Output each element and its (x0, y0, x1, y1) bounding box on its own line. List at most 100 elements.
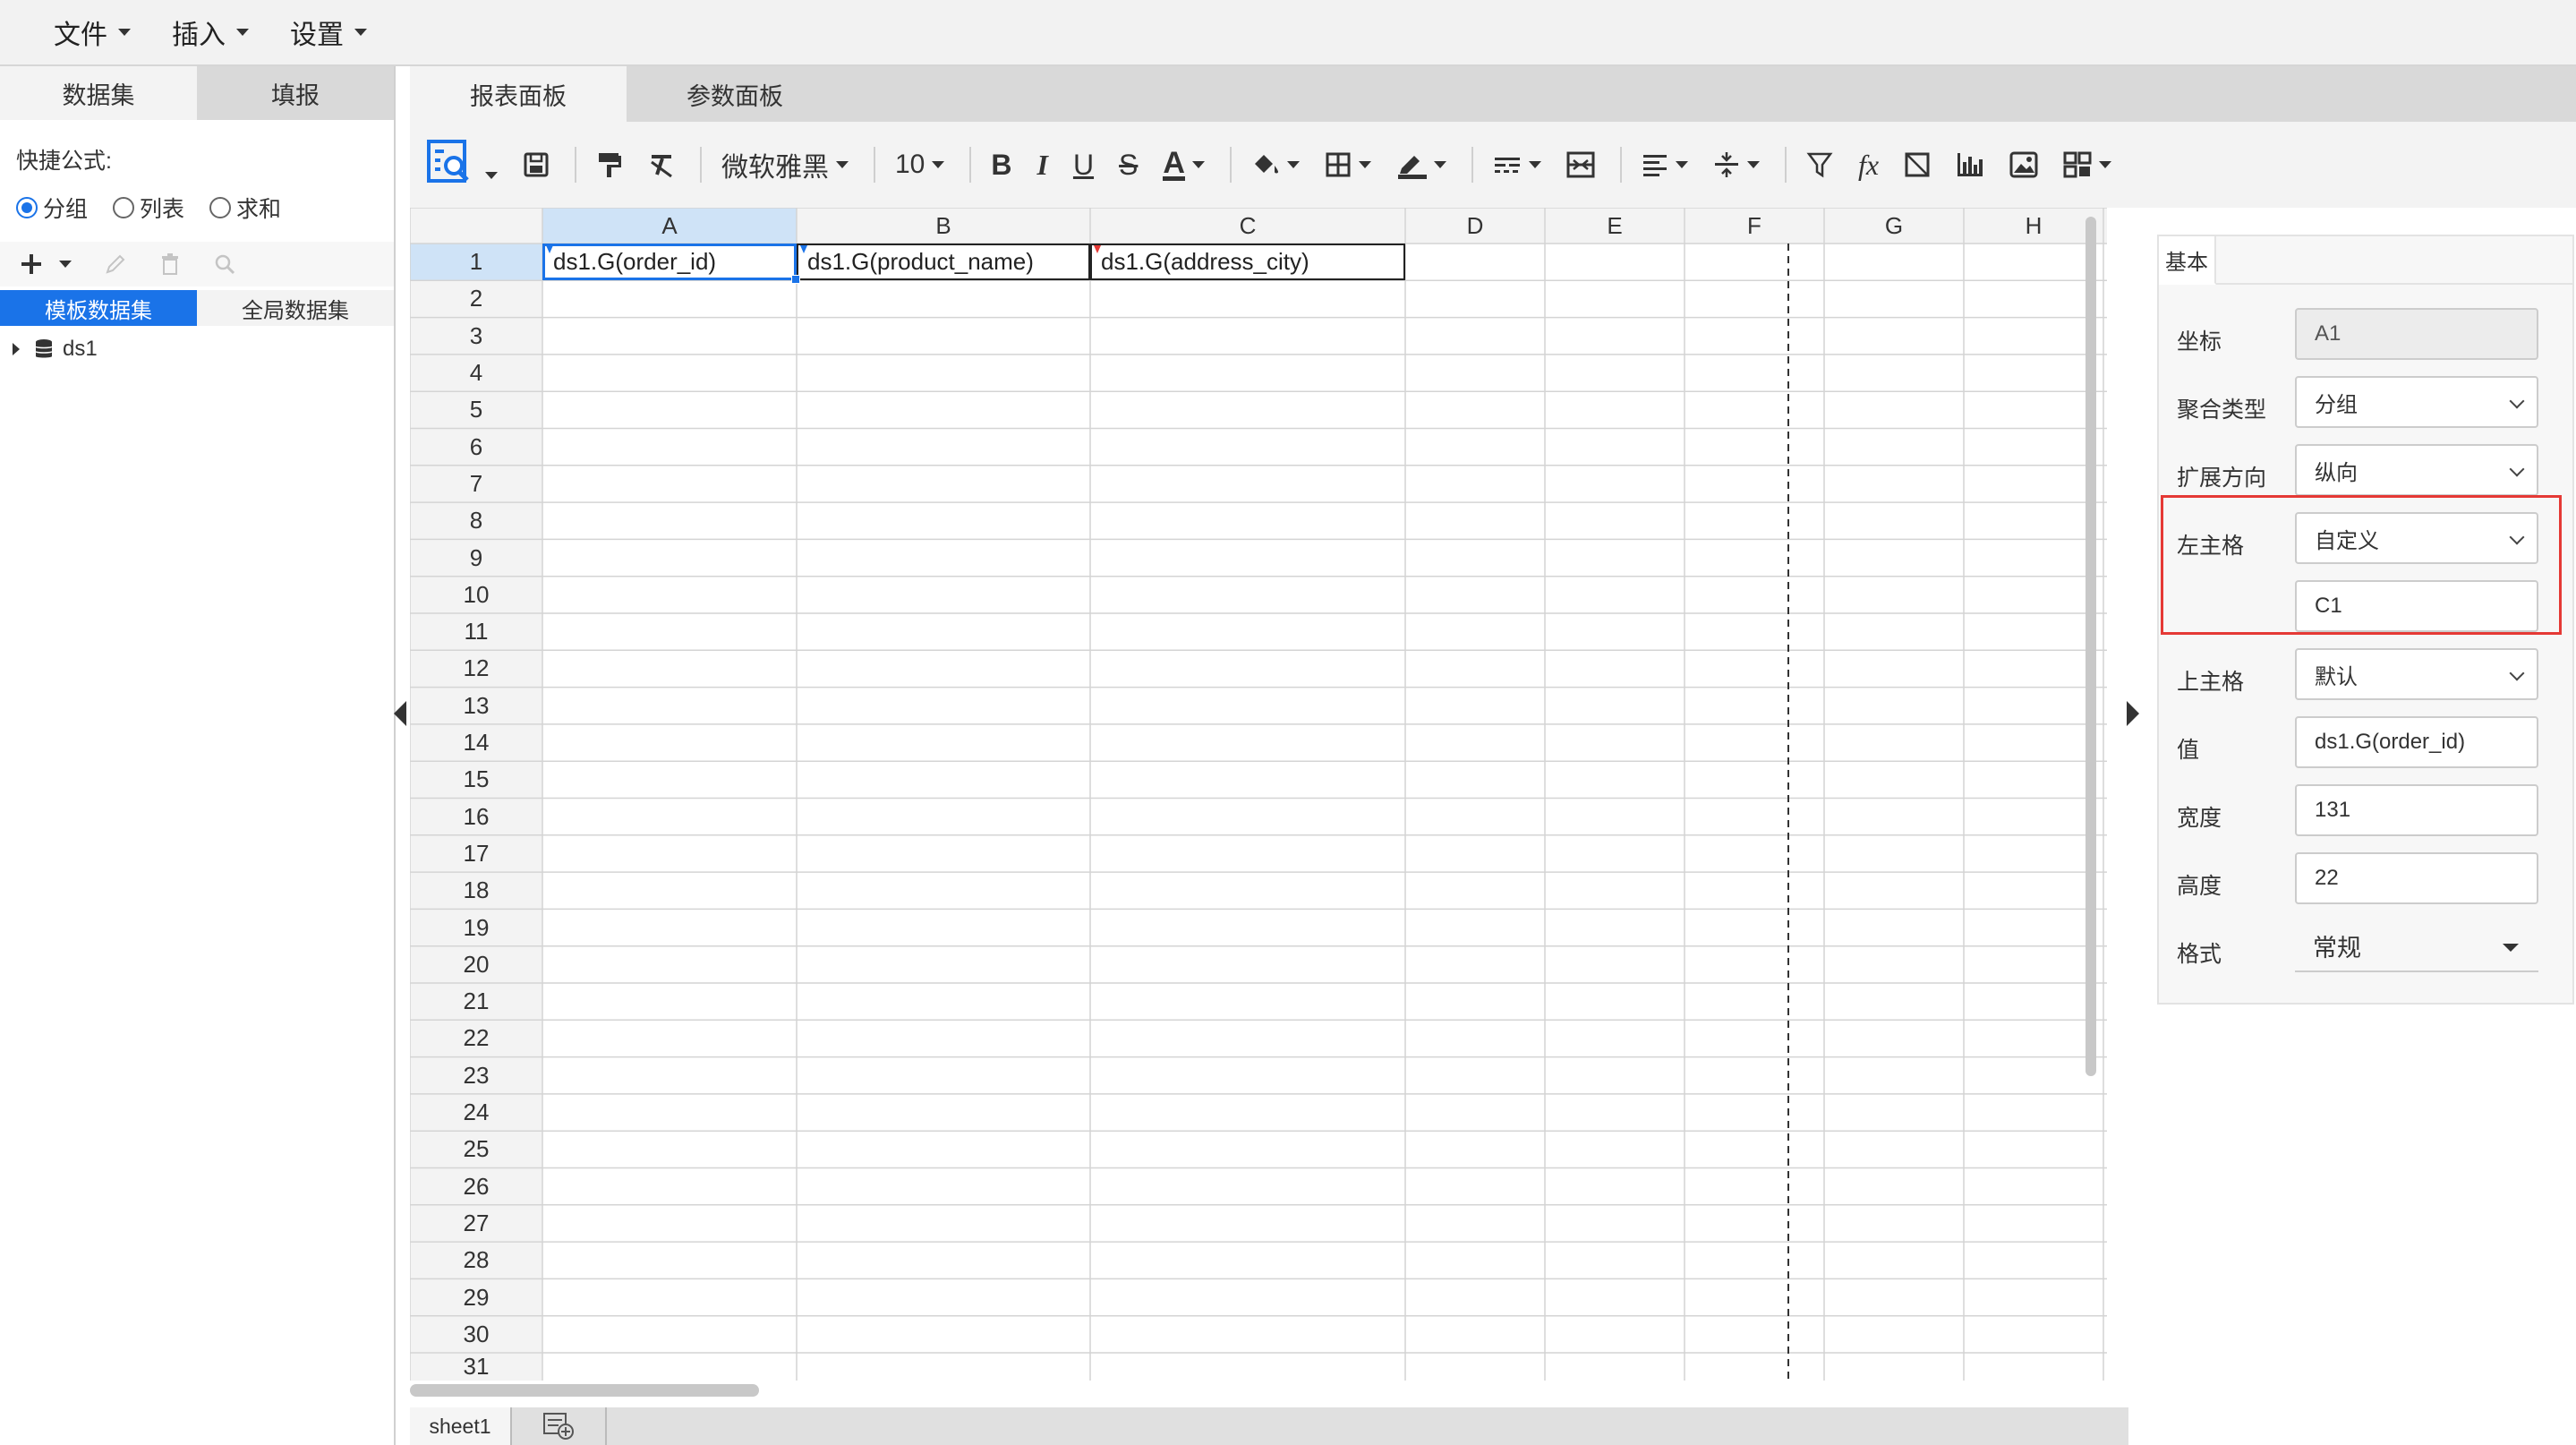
tree-item-ds1[interactable]: ds1 (13, 337, 98, 362)
row-header-18[interactable]: 18 (410, 872, 542, 909)
row-header-9[interactable]: 9 (410, 539, 542, 576)
collapse-left-arrow-icon[interactable] (394, 701, 406, 726)
edit-dataset-button[interactable] (104, 252, 127, 276)
tab-param-panel[interactable]: 参数面板 (627, 66, 843, 122)
format-painter-button[interactable] (596, 150, 623, 179)
row-header-2[interactable]: 2 (410, 280, 542, 317)
cell-C1[interactable]: ds1.G(address_city) (1090, 244, 1405, 281)
font-size-select[interactable]: 10 (895, 150, 945, 180)
save-button[interactable] (523, 151, 550, 178)
align-vertical-button[interactable] (1713, 150, 1760, 179)
clear-format-button[interactable] (648, 151, 675, 178)
radio-group[interactable]: 分组 (16, 192, 88, 224)
row-header-28[interactable]: 28 (410, 1242, 542, 1278)
column-header-H[interactable]: H (1964, 208, 2103, 244)
row-header-16[interactable]: 16 (410, 799, 542, 835)
row-header-4[interactable]: 4 (410, 355, 542, 391)
filter-button[interactable] (1806, 151, 1833, 178)
tab-basic[interactable]: 基本 (2159, 236, 2216, 285)
tab-fill[interactable]: 填报 (197, 66, 394, 120)
aggregation-select[interactable]: 分组 (2295, 376, 2538, 428)
merge-cells-button[interactable] (1566, 151, 1595, 178)
menu-insert[interactable]: 插入 (172, 13, 249, 52)
radio-sum[interactable]: 求和 (209, 192, 281, 224)
add-dataset-button[interactable] (20, 252, 72, 276)
column-header-A[interactable]: A (542, 208, 797, 244)
italic-button[interactable]: I (1036, 149, 1047, 182)
row-header-3[interactable]: 3 (410, 318, 542, 355)
search-dataset-button[interactable] (213, 252, 236, 276)
radio-list[interactable]: 列表 (113, 192, 184, 224)
column-header-C[interactable]: C (1090, 208, 1405, 244)
row-header-19[interactable]: 19 (410, 909, 542, 945)
align-horizontal-button[interactable] (1642, 152, 1688, 177)
delete-dataset-button[interactable] (159, 252, 181, 276)
value-input[interactable]: ds1.G(order_id) (2295, 716, 2538, 768)
border-button[interactable] (1325, 151, 1371, 178)
row-header-8[interactable]: 8 (410, 502, 542, 539)
row-header-24[interactable]: 24 (410, 1094, 542, 1131)
underline-button[interactable]: U (1073, 149, 1094, 182)
row-header-21[interactable]: 21 (410, 983, 542, 1020)
chart-button[interactable] (1956, 151, 1984, 178)
top-parent-select[interactable]: 默认 (2295, 648, 2538, 700)
tab-dataset[interactable]: 数据集 (0, 66, 197, 120)
row-header-6[interactable]: 6 (410, 429, 542, 466)
more-tools-button[interactable] (2063, 151, 2112, 178)
line-style-button[interactable] (1493, 154, 1541, 175)
preview-button[interactable] (426, 139, 498, 191)
strikethrough-button[interactable]: S (1119, 149, 1138, 182)
collapse-right-arrow-icon[interactable] (2127, 701, 2139, 726)
column-header-E[interactable]: E (1545, 208, 1685, 244)
font-family-select[interactable]: 微软雅黑 (721, 145, 849, 184)
column-header-D[interactable]: D (1405, 208, 1545, 244)
width-input[interactable]: 131 (2295, 784, 2538, 836)
insert-image-button[interactable] (2009, 151, 2038, 178)
row-header-26[interactable]: 26 (410, 1168, 542, 1205)
caret-down-icon[interactable] (485, 172, 498, 179)
formula-button[interactable]: fx (1858, 149, 1879, 182)
row-header-7[interactable]: 7 (410, 466, 542, 502)
row-header-22[interactable]: 22 (410, 1020, 542, 1056)
row-header-23[interactable]: 23 (410, 1057, 542, 1094)
row-header-20[interactable]: 20 (410, 946, 542, 983)
radio-unchecked-icon[interactable] (209, 197, 232, 218)
row-header-1[interactable]: 1 (410, 244, 542, 280)
row-header-31[interactable]: 31 (410, 1353, 542, 1381)
row-header-29[interactable]: 29 (410, 1278, 542, 1315)
sheet-tab-sheet1[interactable]: sheet1 (410, 1407, 512, 1445)
font-color-button[interactable]: A (1163, 148, 1205, 181)
add-sheet-button[interactable] (512, 1407, 607, 1445)
diagonal-header-button[interactable] (1904, 151, 1931, 178)
row-header-25[interactable]: 25 (410, 1131, 542, 1167)
border-color-button[interactable] (1396, 150, 1446, 179)
bold-button[interactable]: B (991, 149, 1011, 182)
tab-report-panel[interactable]: 报表面板 (410, 66, 627, 122)
column-header-G[interactable]: G (1824, 208, 1964, 244)
tab-template-dataset[interactable]: 模板数据集 (0, 290, 197, 326)
menu-file[interactable]: 文件 (54, 13, 131, 52)
radio-unchecked-icon[interactable] (113, 197, 135, 218)
format-select[interactable]: 常规 (2295, 920, 2538, 972)
expand-direction-select[interactable]: 纵向 (2295, 444, 2538, 496)
column-header-F[interactable]: F (1685, 208, 1824, 244)
radio-checked-icon[interactable] (16, 197, 38, 218)
row-header-11[interactable]: 11 (410, 613, 542, 650)
row-header-13[interactable]: 13 (410, 688, 542, 724)
row-header-30[interactable]: 30 (410, 1316, 542, 1353)
row-header-10[interactable]: 10 (410, 577, 542, 613)
column-header-B[interactable]: B (797, 208, 1090, 244)
cell-B1[interactable]: ds1.G(product_name) (797, 244, 1090, 281)
row-header-27[interactable]: 27 (410, 1205, 542, 1242)
expand-arrow-icon[interactable] (13, 343, 20, 355)
caret-down-icon[interactable] (59, 261, 72, 268)
row-header-14[interactable]: 14 (410, 724, 542, 761)
spreadsheet-grid[interactable]: ABCDEFGHI 123456789101112131415161718192… (410, 208, 2177, 1407)
row-header-15[interactable]: 15 (410, 761, 542, 798)
height-input[interactable]: 22 (2295, 852, 2538, 904)
fill-color-button[interactable] (1251, 151, 1300, 178)
menu-settings[interactable]: 设置 (290, 13, 367, 52)
row-header-17[interactable]: 17 (410, 835, 542, 872)
tab-global-dataset[interactable]: 全局数据集 (197, 290, 394, 326)
row-header-12[interactable]: 12 (410, 650, 542, 687)
